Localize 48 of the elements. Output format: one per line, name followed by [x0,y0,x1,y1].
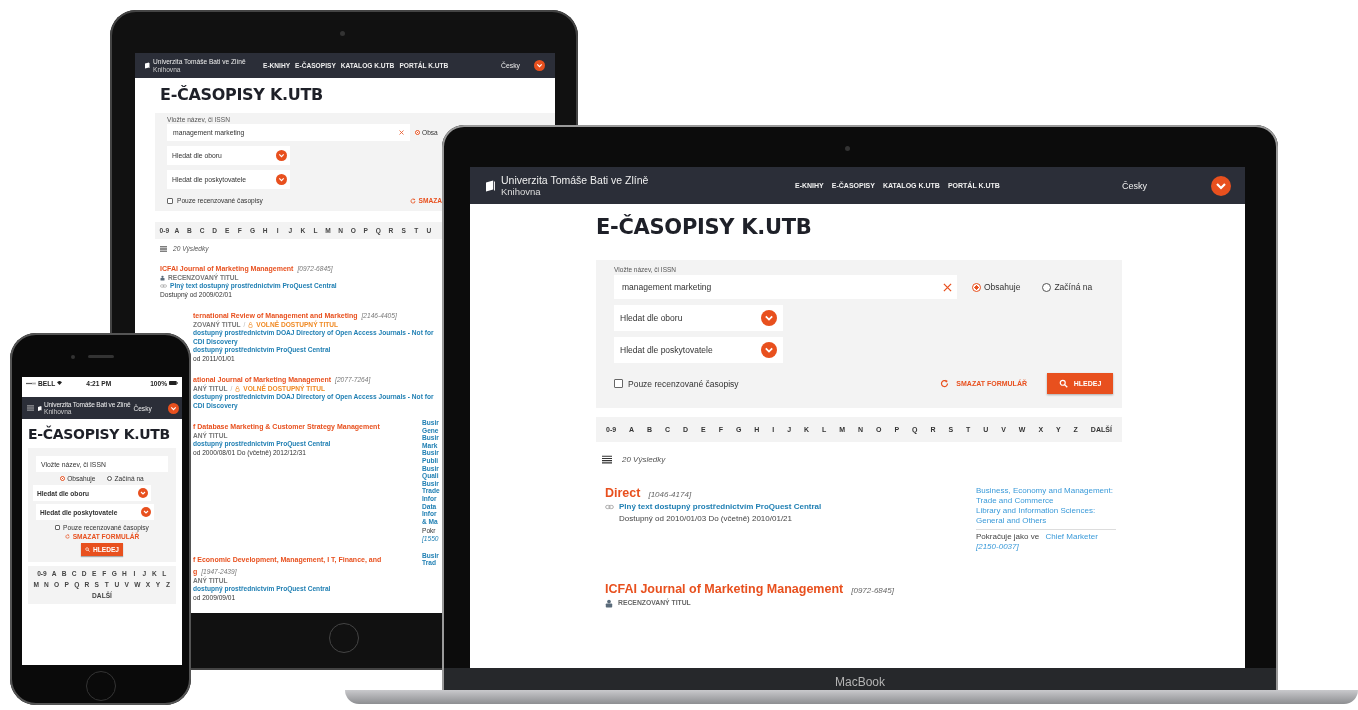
camera-icon [340,31,345,36]
clear-icon[interactable] [943,282,952,292]
book-logo-icon [38,405,42,411]
open-lock-icon [235,385,241,392]
reviewer-icon [605,598,613,608]
search-icon [1058,379,1068,388]
book-logo-icon [145,62,150,69]
checkbox-option[interactable]: Pouze recenzované časopisy [614,378,739,389]
library-name: Knihovna [501,185,542,197]
laptop-brand-label: MacBook [835,674,885,689]
link-icon [605,504,614,510]
camera-icon [845,146,850,151]
page-title: E-ČASOPISY K.UTB [596,214,813,240]
university-name[interactable]: Univerzita Tomáše Bati ve Zlíně [501,174,649,186]
camera-icon [71,355,75,359]
page-title: E-ČASOPISY K.UTB [160,85,324,105]
dropdown-chevron-icon[interactable] [534,60,545,71]
refresh-icon [940,379,950,388]
dropdown-chevron-icon[interactable] [168,402,179,414]
radio-option[interactable]: Obsahuje [972,282,1021,292]
results-count: 20 Výsledky [622,455,666,464]
availability-text: Dostupný od 2010/01/03 Do (včetně) 2010/01/21 [619,513,793,525]
continued-note: Pokračuje jako ve Chief Marketer [2150-0037] [976,529,1116,552]
reviewer-icon [160,274,165,281]
journal-title[interactable]: ICFAI Journal of Marketing Management [605,582,844,596]
radio-option[interactable]: Začíná na [1042,282,1093,292]
full-text-link[interactable]: Plný text dostupný prostřednictvím ProQuest Central [619,501,822,513]
issn-label: [1046-4174] [648,490,692,499]
list-icon[interactable] [602,455,612,464]
book-logo-icon [486,179,495,192]
dropdown-select[interactable]: Hledat dle oboru [614,305,783,331]
wifi-icon [57,381,63,385]
issn-label: [0972-6845] [851,586,894,595]
signal-icon [26,381,36,385]
dropdown-select[interactable]: Hledat dle poskytovatele [614,337,783,363]
dropdown-chevron-icon[interactable] [1211,175,1231,196]
speaker-icon [88,355,114,358]
open-lock-icon [248,321,254,328]
language-label: Česky [1122,180,1147,191]
search-field[interactable]: management marketing [614,275,957,299]
battery-icon [169,381,178,385]
link-icon [160,284,167,288]
journal-title[interactable]: Direct [605,486,641,500]
refresh-icon [409,197,416,204]
clear-icon[interactable] [399,130,404,135]
search-icon [85,547,90,552]
refresh-icon [64,534,70,539]
page-title: E-ČASOPISY K.UTB [28,426,171,442]
